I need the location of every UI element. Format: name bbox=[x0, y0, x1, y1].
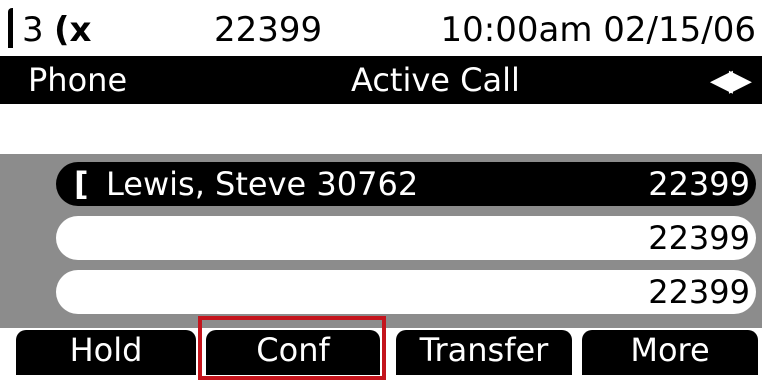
screen-title: Active Call bbox=[351, 61, 520, 99]
more-softkey[interactable]: More bbox=[582, 330, 758, 375]
line-status-icon: (x bbox=[54, 10, 92, 50]
call-row-2[interactable]: 22399 bbox=[56, 216, 756, 260]
app-title: Phone bbox=[28, 61, 128, 99]
status-corner bbox=[8, 8, 13, 48]
transfer-softkey[interactable]: Transfer bbox=[396, 330, 572, 375]
line-count: 3 bbox=[22, 10, 44, 50]
call-list: [ Lewis, Steve 30762 22399 22399 22399 bbox=[0, 154, 762, 328]
status-bar: 3 (x 22399 10:00am 02/15/06 bbox=[0, 0, 762, 56]
date-time: 10:00am 02/15/06 bbox=[440, 10, 756, 50]
left-right-arrows-icon[interactable]: ◀▶ bbox=[710, 62, 752, 100]
call-row-active[interactable]: [ Lewis, Steve 30762 22399 bbox=[56, 162, 756, 206]
call-line-number: 22399 bbox=[648, 273, 750, 311]
active-call-icon: [ bbox=[74, 165, 89, 203]
title-bar: Phone Active Call ◀▶ bbox=[0, 56, 762, 104]
conf-highlight-box bbox=[198, 316, 386, 380]
phone-screen: 3 (x 22399 10:00am 02/15/06 Phone Active… bbox=[0, 0, 762, 381]
extension-number: 22399 bbox=[214, 10, 323, 50]
call-line-number: 22399 bbox=[648, 165, 750, 203]
hold-softkey[interactable]: Hold bbox=[16, 330, 196, 375]
call-row-3[interactable]: 22399 bbox=[56, 270, 756, 314]
call-line-number: 22399 bbox=[648, 219, 750, 257]
info-row bbox=[0, 104, 762, 154]
caller-name: Lewis, Steve 30762 bbox=[106, 165, 419, 203]
